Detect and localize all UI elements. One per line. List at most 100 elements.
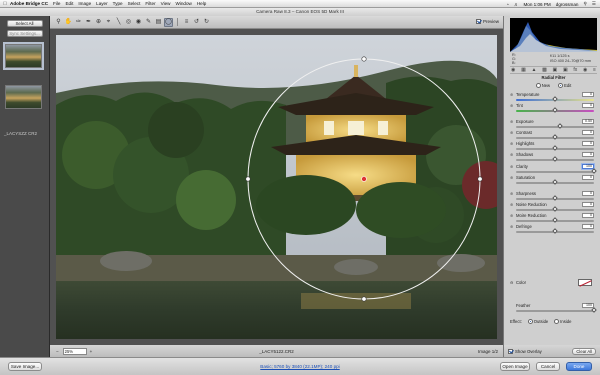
done-button[interactable]: Done: [566, 362, 592, 371]
thumbnail-filename: _LACYSZZ CR2: [4, 131, 38, 136]
readout-b: B:: [512, 61, 516, 65]
effect-inside[interactable]: Inside: [554, 319, 571, 325]
saturation-value[interactable]: 0: [582, 175, 594, 180]
menu-file[interactable]: File: [53, 1, 60, 6]
rotate-ccw-icon[interactable]: ↺: [192, 18, 201, 27]
shadows-reset-icon[interactable]: ⊕: [510, 153, 514, 157]
radial-filter-icon[interactable]: ◯: [164, 17, 173, 27]
preview-checkbox[interactable]: [475, 19, 481, 24]
crop-icon[interactable]: ⌖: [104, 18, 113, 27]
preview-toggle[interactable]: Preview: [475, 19, 499, 24]
menubar-user[interactable]: dgrossman: [556, 2, 579, 7]
tint-reset-icon[interactable]: ⊕: [510, 104, 514, 108]
radial-filter-handle-bottom[interactable]: [361, 296, 367, 302]
filmstrip-thumbnail-2[interactable]: [5, 85, 42, 109]
temperature-value[interactable]: 0: [582, 92, 594, 97]
exposure-value[interactable]: 0.50: [582, 119, 594, 124]
highlights-value[interactable]: 0: [582, 141, 594, 146]
radial-filter-handle-top[interactable]: [361, 56, 367, 62]
saturation-reset-icon[interactable]: ⊕: [510, 176, 514, 180]
temperature-reset-icon[interactable]: ⊕: [510, 93, 514, 97]
camera-calibration-tab-icon[interactable]: ◉: [583, 67, 587, 73]
cancel-button[interactable]: Cancel: [536, 362, 560, 371]
select-all-button[interactable]: Select All: [6, 20, 43, 27]
defringe-value[interactable]: 0: [582, 224, 594, 229]
sharpness-value[interactable]: 0: [582, 191, 594, 196]
presets-tab-icon[interactable]: ≡: [593, 67, 596, 73]
clarity-reset-icon[interactable]: ⊕: [510, 165, 514, 169]
graduated-filter-icon[interactable]: ▤: [154, 18, 163, 27]
hsl-tab-icon[interactable]: ▩: [542, 67, 547, 73]
menu-image[interactable]: Image: [78, 1, 91, 6]
menu-help[interactable]: Help: [197, 1, 206, 6]
contrast-reset-icon[interactable]: ⊕: [510, 131, 514, 135]
apple-menu-icon[interactable]: : [0, 1, 10, 7]
hand-icon[interactable]: ✋: [64, 18, 73, 27]
basic-tab-icon[interactable]: ◉: [511, 67, 515, 73]
noise-reduction-value[interactable]: 0: [582, 202, 594, 207]
clear-all-button[interactable]: Clear All: [572, 347, 596, 355]
wifi-icon[interactable]: ◔: [506, 2, 509, 7]
straighten-icon[interactable]: ╲: [114, 18, 123, 27]
white-balance-icon[interactable]: ✑: [74, 18, 83, 27]
mode-new[interactable]: New: [535, 83, 550, 89]
adjustment-brush-icon[interactable]: ✎: [144, 18, 153, 27]
effects-tab-icon[interactable]: fx: [573, 67, 577, 73]
sync-settings-button[interactable]: Sync Settings...: [6, 30, 43, 37]
menu-view[interactable]: View: [161, 1, 171, 6]
preferences-icon[interactable]: ≡: [182, 18, 191, 27]
menu-layer[interactable]: Layer: [96, 1, 108, 6]
mode-selector: New Edit: [510, 83, 597, 89]
show-overlay-toggle[interactable]: Show Overlay: [508, 348, 542, 354]
moire-reduction-reset-icon[interactable]: ⊕: [510, 214, 514, 218]
mode-edit[interactable]: Edit: [558, 83, 571, 89]
exposure-reset-icon[interactable]: ⊕: [510, 120, 514, 124]
radial-filter-center-pin[interactable]: [361, 176, 367, 182]
exposure-track[interactable]: [516, 126, 594, 128]
app-menu[interactable]: Adobe Bridge CC: [10, 1, 48, 6]
mode-edit-radio[interactable]: [558, 83, 564, 89]
radial-filter-handle-right[interactable]: [477, 176, 483, 182]
contrast-value[interactable]: 0: [582, 130, 594, 135]
spot-removal-icon[interactable]: ◎: [124, 18, 133, 27]
split-toning-tab-icon[interactable]: ▣: [553, 67, 558, 73]
rotate-cw-icon[interactable]: ↻: [202, 18, 211, 27]
target-adjust-icon[interactable]: ⊕: [94, 18, 103, 27]
menu-filter[interactable]: Filter: [145, 1, 155, 6]
feather-track[interactable]: [516, 310, 594, 312]
noise-reduction-reset-icon[interactable]: ⊕: [510, 203, 514, 207]
highlights-reset-icon[interactable]: ⊕: [510, 142, 514, 146]
photo-preview[interactable]: [56, 35, 497, 339]
color-minus-icon[interactable]: ⊖: [510, 280, 513, 285]
tint-value[interactable]: 0: [582, 103, 594, 108]
zoom-icon[interactable]: ⚲: [54, 18, 63, 27]
clarity-track[interactable]: [516, 171, 594, 173]
shadows-value[interactable]: 0: [582, 152, 594, 157]
open-image-button[interactable]: Open Image: [500, 362, 530, 371]
lens-corrections-tab-icon[interactable]: ▣: [563, 67, 568, 73]
show-overlay-checkbox[interactable]: [508, 348, 513, 354]
tone-curve-tab-icon[interactable]: ▦: [521, 67, 526, 73]
detail-tab-icon[interactable]: ▲: [531, 67, 536, 73]
effect-inside-radio[interactable]: [554, 319, 560, 325]
red-eye-icon[interactable]: ◉: [134, 18, 143, 27]
image-canvas[interactable]: [50, 29, 503, 345]
menu-select[interactable]: Select: [128, 1, 141, 6]
mode-new-radio[interactable]: [535, 83, 541, 89]
defringe-reset-icon[interactable]: ⊕: [510, 225, 514, 229]
radial-filter-handle-left[interactable]: [245, 176, 251, 182]
effect-outside[interactable]: Outside: [527, 319, 548, 325]
menu-edit[interactable]: Edit: [65, 1, 73, 6]
volume-icon[interactable]: ♬: [514, 2, 519, 7]
notifications-icon[interactable]: ☰: [592, 1, 596, 7]
menu-type[interactable]: Type: [113, 1, 123, 6]
spotlight-icon[interactable]: ⚲: [584, 1, 587, 7]
effect-outside-radio[interactable]: [527, 319, 533, 325]
filmstrip-thumbnail-1[interactable]: [3, 42, 44, 70]
sharpness-reset-icon[interactable]: ⊕: [510, 192, 514, 196]
menu-window[interactable]: Window: [175, 1, 191, 6]
moire-reduction-value[interactable]: 0: [582, 213, 594, 218]
color-swatch[interactable]: [578, 279, 592, 286]
color-sampler-icon[interactable]: ✒: [84, 18, 93, 27]
menubar-clock[interactable]: Mon 1:06 PM: [523, 2, 550, 7]
